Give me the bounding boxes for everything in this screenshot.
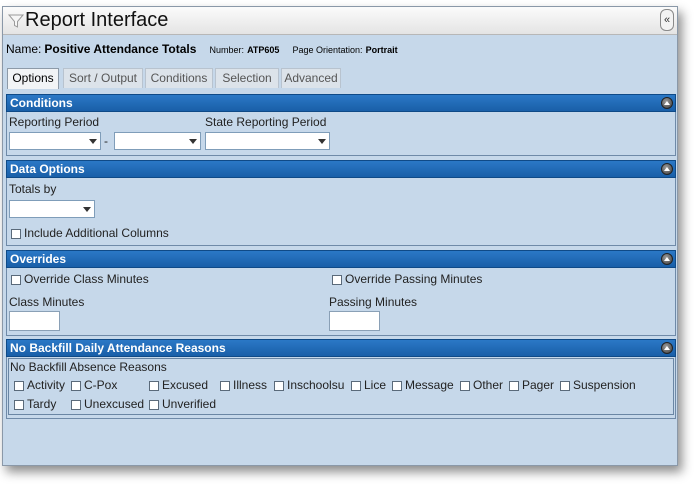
reason-activity-checkbox[interactable] xyxy=(14,381,24,391)
conditions-title: Conditions xyxy=(10,96,73,110)
tab-options[interactable]: Options xyxy=(7,68,59,89)
tab-conditions[interactable]: Conditions xyxy=(145,68,213,88)
reason-c-pox-label: C-Pox xyxy=(84,378,118,392)
report-name: Positive Attendance Totals xyxy=(44,42,197,56)
conditions-section: Conditions Reporting Period - State Repo… xyxy=(6,94,676,156)
override-passing-minutes-label: Override Passing Minutes xyxy=(345,272,483,286)
override-passing-minutes-checkbox[interactable] xyxy=(332,275,342,285)
no-backfill-section: No Backfill Daily Attendance Reasons No … xyxy=(6,339,676,419)
number-label: Number: xyxy=(209,45,245,55)
options-tab-content: Conditions Reporting Period - State Repo… xyxy=(6,88,676,420)
page-orientation-value: Portrait xyxy=(365,45,398,55)
data-options-header[interactable]: Data Options xyxy=(6,160,676,178)
reason-tardy-checkbox[interactable] xyxy=(14,400,24,410)
reason-suspension-checkbox[interactable] xyxy=(560,381,570,391)
collapse-section-icon[interactable] xyxy=(661,253,673,265)
class-minutes-input[interactable] xyxy=(9,311,60,331)
reason-unverified-checkbox[interactable] xyxy=(149,400,159,410)
reporting-period-from-select[interactable] xyxy=(9,132,101,150)
state-reporting-period-select[interactable] xyxy=(205,132,330,150)
reason-other-label: Other xyxy=(473,378,504,392)
no-backfill-absence-reasons-label: No Backfill Absence Reasons xyxy=(10,360,167,374)
reason-excused-label: Excused xyxy=(162,378,209,392)
report-info: Name: Positive Attendance Totals Number:… xyxy=(6,42,398,56)
reason-c-pox-checkbox[interactable] xyxy=(71,381,81,391)
collapse-section-icon[interactable] xyxy=(661,163,673,175)
include-additional-columns-checkbox[interactable] xyxy=(11,229,21,239)
reason-pager-label: Pager xyxy=(522,378,555,392)
passing-minutes-input[interactable] xyxy=(329,311,380,331)
reason-message-label: Message xyxy=(405,378,454,392)
reason-excused-checkbox[interactable] xyxy=(149,381,159,391)
reason-pager-checkbox[interactable] xyxy=(509,381,519,391)
overrides-header[interactable]: Overrides xyxy=(6,250,676,268)
reason-unverified-label: Unverified xyxy=(162,397,217,411)
data-options-section: Data Options Totals by Include Additiona… xyxy=(6,160,676,246)
reason-suspension-label: Suspension xyxy=(573,378,636,392)
reason-lice-checkbox[interactable] xyxy=(351,381,361,391)
reason-unexcused-label: Unexcused xyxy=(84,397,145,411)
chevron-down-icon xyxy=(86,133,100,149)
class-minutes-label: Class Minutes xyxy=(9,295,85,309)
totals-by-label: Totals by xyxy=(9,182,57,196)
page-orientation-label: Page Orientation: xyxy=(292,45,363,55)
passing-minutes-label: Passing Minutes xyxy=(329,295,418,309)
no-backfill-title: No Backfill Daily Attendance Reasons xyxy=(10,341,226,355)
no-backfill-absence-reasons-group: No Backfill Absence Reasons Activity C-P… xyxy=(8,358,674,415)
reason-activity-label: Activity xyxy=(27,378,66,392)
tab-selection[interactable]: Selection xyxy=(215,68,279,88)
window-title: Report Interface xyxy=(25,9,169,31)
reason-other-checkbox[interactable] xyxy=(460,381,470,391)
reason-illness-label: Illness xyxy=(233,378,268,392)
override-class-minutes-label: Override Class Minutes xyxy=(24,272,149,286)
name-label: Name: xyxy=(6,42,42,56)
conditions-header[interactable]: Conditions xyxy=(6,94,676,112)
report-number: ATP605 xyxy=(247,45,280,55)
state-reporting-period-label: State Reporting Period xyxy=(205,115,327,129)
include-additional-columns-label: Include Additional Columns xyxy=(24,226,169,240)
collapse-panel-button[interactable]: « xyxy=(660,9,674,31)
reason-inschoolsu-checkbox[interactable] xyxy=(274,381,284,391)
reason-unexcused-checkbox[interactable] xyxy=(71,400,81,410)
reason-illness-checkbox[interactable] xyxy=(220,381,230,391)
reason-tardy-label: Tardy xyxy=(27,397,57,411)
chevron-down-icon xyxy=(186,133,200,149)
no-backfill-header[interactable]: No Backfill Daily Attendance Reasons xyxy=(6,339,676,357)
title-bar: Report Interface « xyxy=(3,7,677,35)
tab-advanced[interactable]: Advanced xyxy=(281,68,341,88)
reporting-period-label: Reporting Period xyxy=(9,115,100,129)
reason-message-checkbox[interactable] xyxy=(392,381,402,391)
report-interface-window: Report Interface « Name: Positive Attend… xyxy=(2,6,678,466)
collapse-section-icon[interactable] xyxy=(661,97,673,109)
data-options-title: Data Options xyxy=(10,162,85,176)
chevron-down-icon xyxy=(315,133,329,149)
totals-by-select[interactable] xyxy=(9,200,95,218)
reason-lice-label: Lice xyxy=(364,378,387,392)
double-chevron-left-icon: « xyxy=(663,14,671,26)
overrides-title: Overrides xyxy=(10,252,67,266)
collapse-section-icon[interactable] xyxy=(661,342,673,354)
reporting-period-to-select[interactable] xyxy=(114,132,201,150)
overrides-section: Overrides Override Class Minutes Overrid… xyxy=(6,250,676,336)
reason-inschoolsu-label: Inschoolsu xyxy=(287,378,345,392)
tab-sort-output[interactable]: Sort / Output xyxy=(63,68,143,88)
range-separator: - xyxy=(104,134,108,148)
override-class-minutes-checkbox[interactable] xyxy=(11,275,21,285)
chevron-down-icon xyxy=(80,201,94,217)
funnel-icon xyxy=(8,14,24,28)
